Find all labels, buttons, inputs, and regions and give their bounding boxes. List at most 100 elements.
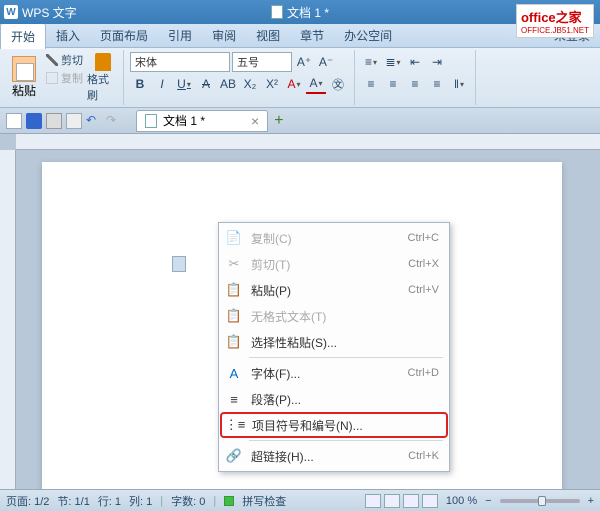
bullets-button[interactable]: ≡▾ [361,52,381,72]
paste-special-icon: 📋 [225,333,243,351]
menu-shortcut: Ctrl+D [408,367,439,379]
align-justify-button[interactable]: ≡ [427,74,447,94]
view-outline-button[interactable] [384,494,400,508]
context-menu-item-paste[interactable]: 📋粘贴(P)Ctrl+V [221,277,447,303]
tab-home[interactable]: 开始 [0,23,46,49]
context-menu: 📄复制(C)Ctrl+C ✂ 剪切(T)Ctrl+X 📋粘贴(P)Ctrl+V📋无格式… [218,222,450,472]
tab-references[interactable]: 引用 [158,23,202,48]
zoom-out-button[interactable]: − [485,495,491,507]
paste-button[interactable]: 粘贴 [6,50,42,105]
font-name-combo[interactable]: 宋体 [130,52,230,72]
tab-office-space[interactable]: 办公空间 [334,23,402,48]
font-group: 宋体 五号 A⁺ A⁻ B I U▾ A AB X₂ X² A▾ A▾ ㉆ [124,50,355,105]
context-menu-item-link[interactable]: 🔗 超链接(H)...Ctrl+K [221,443,447,469]
zoom-in-button[interactable]: + [588,495,594,507]
menu-shortcut: Ctrl+X [408,258,439,270]
format-painter-label: 格式刷 [87,71,119,103]
tab-review[interactable]: 审阅 [202,23,246,48]
document-tab[interactable]: 文档 1 * × [136,110,268,132]
paragraph-mark-icon [172,256,186,272]
doc-title: 文档 1 * [287,4,329,21]
status-spell[interactable]: 拼写检查 [242,493,286,509]
document-tab-label: 文档 1 * [163,112,205,129]
menu-shortcut: Ctrl+K [408,450,439,462]
numbering-button[interactable]: ≣▾ [383,52,403,72]
wps-logo-icon: W [4,5,18,19]
context-menu-item-paste-special[interactable]: 📋选择性粘贴(S)... [221,329,447,355]
subscript-button[interactable]: X₂ [240,74,260,94]
bold-button[interactable]: B [130,74,150,94]
paste-plain-icon: 📋 [225,307,243,325]
close-tab-button[interactable]: × [251,113,259,129]
align-left-button[interactable]: ≡ [361,74,381,94]
context-menu-item-copy: 📄复制(C)Ctrl+C [221,225,447,251]
highlight-button[interactable]: A▾ [284,74,304,94]
title-center: 文档 1 * [271,4,329,21]
print-icon[interactable] [46,113,62,129]
zoom-level[interactable]: 100 % [446,495,477,507]
context-menu-item-paste-plain: 📋无格式文本(T) [221,303,447,329]
status-page: 页面: 1/2 [6,493,49,509]
redo-icon[interactable]: ↷ [106,113,122,129]
menu-item-label: 剪切(T) [251,256,408,273]
line-spacing-button[interactable]: ‖▾ [449,74,469,94]
align-right-button[interactable]: ≡ [405,74,425,94]
copy-icon: 📄 [225,229,243,247]
preview-icon[interactable] [66,113,82,129]
font-color-button[interactable]: A▾ [306,74,326,94]
status-section: 节: 1/1 [57,493,89,509]
app-title: WPS 文字 [22,4,77,21]
align-center-button[interactable]: ≡ [383,74,403,94]
clear-format-button[interactable]: X² [262,74,282,94]
outdent-button[interactable]: ⇤ [405,52,425,72]
context-menu-item-font[interactable]: A字体(F)...Ctrl+D [221,360,447,386]
phonetic-button[interactable]: ㉆ [328,74,348,94]
vertical-ruler[interactable] [0,150,16,489]
zoom-slider[interactable] [500,499,580,503]
view-web-button[interactable] [403,494,419,508]
cut-icon: ✂ [225,255,243,273]
scissors-icon [46,54,58,66]
paste-icon [12,56,36,82]
strikethrough-button[interactable]: A [196,74,216,94]
cut-button[interactable]: 剪切 [46,52,83,68]
undo-icon[interactable]: ↶ [86,113,102,129]
superscript-button[interactable]: AB [218,74,238,94]
copy-icon [46,72,58,84]
menu-item-label: 超链接(H)... [251,448,408,465]
copy-button[interactable]: 复制 [46,70,83,86]
menu-separator [249,440,443,441]
format-painter-button[interactable]: 格式刷 [87,50,119,105]
tab-insert[interactable]: 插入 [46,23,90,48]
status-bar: 页面: 1/2 节: 1/1 行: 1 列: 1 | 字数: 0 | 拼写检查 … [0,489,600,511]
watermark-main: office之家 [521,10,582,25]
grow-font-button[interactable]: A⁺ [294,52,314,72]
status-line: 行: 1 [98,493,121,509]
link-icon: 🔗 [225,447,243,465]
shrink-font-button[interactable]: A⁻ [316,52,336,72]
tab-view[interactable]: 视图 [246,23,290,48]
context-menu-item-list[interactable]: ⋮≡项目符号和编号(N)... [220,412,448,438]
context-menu-item-para[interactable]: ≡段落(P)... [221,386,447,412]
indent-button[interactable]: ⇥ [427,52,447,72]
new-icon[interactable] [6,113,22,129]
spellcheck-icon[interactable] [224,496,234,506]
menu-bar: 开始 插入 页面布局 引用 审阅 视图 章节 办公空间 未登录 [0,24,600,48]
context-menu-item-cut: ✂ 剪切(T)Ctrl+X [221,251,447,277]
document-icon [145,114,157,128]
menu-separator [249,357,443,358]
menu-item-label: 段落(P)... [251,391,439,408]
new-tab-button[interactable]: + [274,112,283,130]
view-print-button[interactable] [365,494,381,508]
italic-button[interactable]: I [152,74,172,94]
menu-shortcut: Ctrl+V [408,284,439,296]
font-size-combo[interactable]: 五号 [232,52,292,72]
zoom-thumb[interactable] [538,496,546,506]
underline-button[interactable]: U▾ [174,74,194,94]
document-icon [271,5,283,19]
horizontal-ruler[interactable] [16,134,600,150]
view-read-button[interactable] [422,494,438,508]
tab-chapter[interactable]: 章节 [290,23,334,48]
tab-page-layout[interactable]: 页面布局 [90,23,158,48]
save-icon[interactable] [26,113,42,129]
